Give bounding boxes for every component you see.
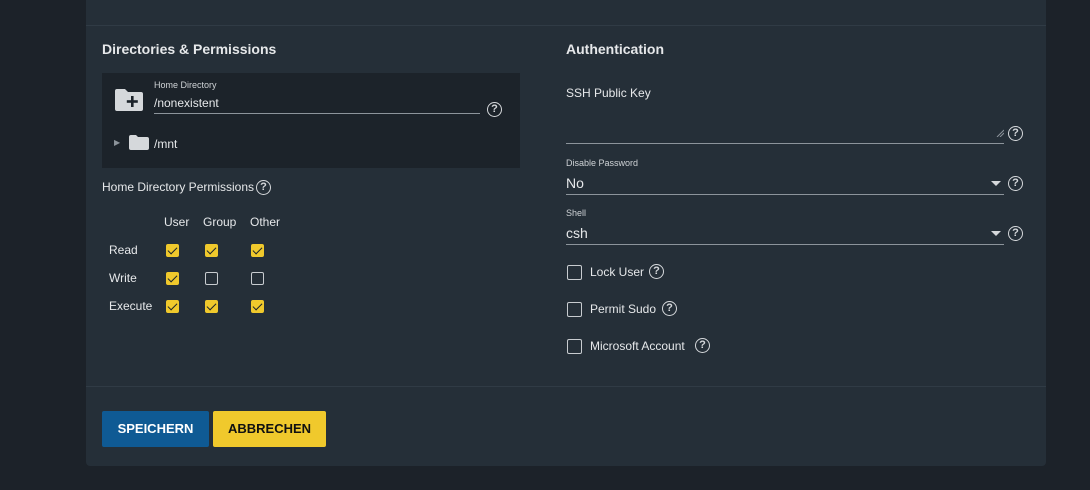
execute-other-checkbox[interactable] [251, 300, 264, 313]
help-icon[interactable]: ? [1008, 126, 1023, 141]
column-other: Other [250, 215, 281, 229]
home-directory-label: Home Directory [154, 80, 217, 90]
tree-item-mnt[interactable]: /mnt [154, 137, 177, 151]
write-user-checkbox[interactable] [166, 272, 179, 285]
lock-user-label: Lock User [590, 265, 645, 279]
column-user: User [164, 215, 190, 229]
tree-expand-icon[interactable]: ▶ [114, 138, 120, 147]
save-button[interactable]: SPEICHERN [102, 411, 209, 447]
user-form-card: Directories & Permissions Home Directory… [86, 0, 1046, 466]
divider [86, 25, 1046, 26]
divider [86, 386, 1046, 387]
permit-sudo-label: Permit Sudo [590, 302, 657, 316]
disable-password-select[interactable]: No [566, 175, 584, 191]
shell-underline [566, 244, 1004, 245]
ssh-key-underline [566, 143, 1004, 144]
write-other-checkbox[interactable] [251, 272, 264, 285]
ssh-key-textarea[interactable] [566, 102, 1004, 142]
authentication-title: Authentication [566, 41, 664, 57]
help-icon[interactable]: ? [695, 338, 710, 353]
chevron-down-icon[interactable] [991, 231, 1001, 236]
ssh-key-label: SSH Public Key [566, 86, 651, 100]
microsoft-account-label: Microsoft Account [590, 339, 685, 353]
resize-handle-icon[interactable] [996, 129, 1004, 137]
row-execute: Execute [109, 299, 153, 313]
help-icon[interactable]: ? [256, 180, 271, 195]
disable-password-label: Disable Password [566, 158, 639, 168]
help-icon[interactable]: ? [1008, 176, 1023, 191]
directories-permissions-title: Directories & Permissions [102, 41, 277, 57]
read-user-checkbox[interactable] [166, 244, 179, 257]
folder-plus-icon[interactable] [114, 88, 144, 112]
cancel-button[interactable]: ABBRECHEN [213, 411, 326, 447]
help-icon[interactable]: ? [487, 102, 502, 117]
help-icon[interactable]: ? [649, 264, 664, 279]
permit-sudo-checkbox[interactable] [567, 302, 582, 317]
read-other-checkbox[interactable] [251, 244, 264, 257]
permissions-label: Home Directory Permissions [102, 180, 255, 194]
read-group-checkbox[interactable] [205, 244, 218, 257]
folder-icon [129, 135, 149, 150]
chevron-down-icon[interactable] [991, 181, 1001, 186]
row-read: Read [109, 243, 138, 257]
help-icon[interactable]: ? [662, 301, 677, 316]
shell-select[interactable]: csh [566, 225, 588, 241]
write-group-checkbox[interactable] [205, 272, 218, 285]
shell-label: Shell [566, 208, 587, 218]
execute-group-checkbox[interactable] [205, 300, 218, 313]
execute-user-checkbox[interactable] [166, 300, 179, 313]
microsoft-account-checkbox[interactable] [567, 339, 582, 354]
row-write: Write [109, 271, 137, 285]
home-directory-input[interactable]: /nonexistent [154, 95, 480, 114]
help-icon[interactable]: ? [1008, 226, 1023, 241]
lock-user-checkbox[interactable] [567, 265, 582, 280]
home-directory-explorer: Home Directory /nonexistent ? ▶ /mnt [102, 73, 520, 168]
disable-password-underline [566, 194, 1004, 195]
column-group: Group [203, 215, 237, 229]
